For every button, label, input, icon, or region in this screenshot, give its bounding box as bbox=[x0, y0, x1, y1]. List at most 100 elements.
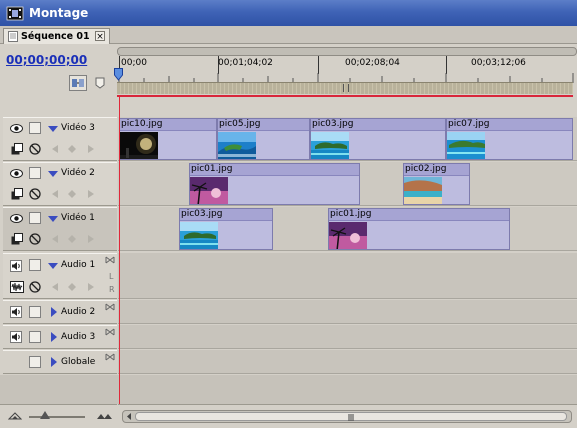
track-video-2[interactable]: pic01.jpg pic02.jpg bbox=[118, 162, 577, 206]
track-header-audio-3: Audio 3 bbox=[3, 325, 117, 349]
expand-triangle-icon[interactable] bbox=[51, 307, 57, 317]
track-label: Audio 2 bbox=[61, 307, 96, 317]
display-style-icon[interactable] bbox=[11, 233, 23, 245]
keyframe-toggle-icon[interactable] bbox=[29, 281, 41, 293]
zoom-controls bbox=[0, 404, 117, 428]
clip-thumbnail bbox=[404, 177, 442, 204]
ruler-major-tick bbox=[446, 56, 447, 74]
clip-name: pic01.jpg bbox=[190, 164, 359, 176]
zoom-in-icon[interactable] bbox=[96, 410, 114, 421]
keyframe-navigator[interactable] bbox=[50, 144, 100, 154]
speaker-icon[interactable] bbox=[10, 331, 22, 343]
ruler-label: 00;02;08;04 bbox=[345, 58, 400, 68]
track-label: Vidéo 2 bbox=[61, 168, 95, 178]
sync-lock-icon[interactable] bbox=[105, 328, 115, 336]
lock-icon[interactable] bbox=[29, 212, 41, 224]
track-audio-3[interactable] bbox=[118, 325, 577, 349]
clip[interactable]: pic01.jpg bbox=[328, 208, 510, 250]
collapse-triangle-icon[interactable] bbox=[48, 216, 58, 222]
eye-icon[interactable] bbox=[10, 169, 23, 178]
snap-icon[interactable] bbox=[69, 75, 87, 91]
clip[interactable]: pic03.jpg bbox=[179, 208, 273, 250]
clip-thumbnail bbox=[311, 132, 349, 159]
track-audio-1[interactable] bbox=[118, 253, 577, 299]
track-audio-2[interactable] bbox=[118, 300, 577, 324]
eye-icon[interactable] bbox=[10, 124, 23, 133]
clip[interactable]: pic02.jpg bbox=[403, 163, 470, 205]
empty-track-area bbox=[0, 375, 577, 404]
sync-lock-icon[interactable] bbox=[105, 256, 115, 264]
track-label: Globale bbox=[61, 357, 96, 367]
clip[interactable]: pic10.jpg bbox=[119, 118, 217, 160]
clip-thumbnail bbox=[218, 132, 256, 159]
scrollbar-thumb[interactable] bbox=[135, 412, 567, 421]
lock-icon[interactable] bbox=[29, 167, 41, 179]
marker-icon[interactable] bbox=[95, 77, 105, 89]
lock-icon[interactable] bbox=[29, 331, 41, 343]
eye-icon[interactable] bbox=[10, 214, 23, 223]
track-video-1[interactable]: pic03.jpg pic01.jpg bbox=[118, 207, 577, 251]
display-style-icon[interactable] bbox=[11, 188, 23, 200]
horizontal-scrollbar[interactable] bbox=[122, 410, 572, 423]
speaker-icon[interactable] bbox=[10, 260, 22, 272]
track-label: Vidéo 1 bbox=[61, 213, 95, 223]
clip-name: pic10.jpg bbox=[120, 119, 216, 131]
clip-thumbnail bbox=[180, 222, 218, 249]
zoom-out-icon[interactable] bbox=[8, 411, 22, 421]
playhead-line[interactable] bbox=[119, 97, 120, 404]
keyframe-toggle-icon[interactable] bbox=[29, 233, 41, 245]
keyframe-toggle-icon[interactable] bbox=[29, 188, 41, 200]
track-header-video-3: Vidéo 3 bbox=[3, 117, 117, 161]
time-ruler[interactable]: 00;00 00;01;04;02 00;02;08;04 00;03;12;0… bbox=[114, 45, 577, 97]
channel-right-label: R bbox=[109, 285, 115, 294]
timeline-header: 00;00;00;00 bbox=[0, 45, 117, 97]
scroll-left-icon[interactable] bbox=[125, 412, 133, 421]
work-area-grip[interactable] bbox=[343, 84, 349, 92]
keyframe-navigator[interactable] bbox=[50, 189, 100, 199]
keyframe-toggle-icon[interactable] bbox=[29, 143, 41, 155]
track-header-video-2: Vidéo 2 bbox=[3, 162, 117, 206]
clip[interactable]: pic05.jpg bbox=[217, 118, 310, 160]
lock-icon[interactable] bbox=[29, 259, 41, 271]
sync-lock-icon[interactable] bbox=[105, 353, 115, 361]
expand-triangle-icon[interactable] bbox=[51, 357, 57, 367]
zoom-slider-thumb[interactable] bbox=[40, 411, 50, 419]
playhead-handle[interactable] bbox=[114, 68, 123, 82]
collapse-triangle-icon[interactable] bbox=[48, 171, 58, 177]
clip-name: pic01.jpg bbox=[329, 209, 509, 221]
clip-thumbnail bbox=[447, 132, 485, 159]
current-timecode[interactable]: 00;00;00;00 bbox=[6, 53, 87, 67]
lock-icon[interactable] bbox=[29, 122, 41, 134]
tab-sequence-01[interactable]: Séquence 01 × bbox=[3, 28, 110, 44]
display-style-icon[interactable] bbox=[10, 281, 24, 293]
lock-icon[interactable] bbox=[29, 356, 41, 368]
lock-icon[interactable] bbox=[29, 306, 41, 318]
ruler-major-tick bbox=[318, 56, 319, 74]
collapse-triangle-icon[interactable] bbox=[48, 126, 58, 132]
sync-lock-icon[interactable] bbox=[105, 303, 115, 311]
clip-thumbnail bbox=[120, 132, 158, 159]
clip[interactable]: pic01.jpg bbox=[189, 163, 360, 205]
clip-name: pic07.jpg bbox=[447, 119, 572, 131]
speaker-icon[interactable] bbox=[10, 306, 22, 318]
close-icon[interactable]: × bbox=[95, 31, 105, 42]
track-master[interactable] bbox=[118, 350, 577, 374]
window-titlebar[interactable]: Montage bbox=[0, 0, 577, 26]
track-header-video-1: Vidéo 1 bbox=[3, 207, 117, 251]
zoom-slider-track[interactable] bbox=[29, 416, 85, 418]
display-style-icon[interactable] bbox=[11, 143, 23, 155]
clip[interactable]: pic03.jpg bbox=[310, 118, 446, 160]
keyframe-navigator[interactable] bbox=[50, 282, 100, 292]
expand-triangle-icon[interactable] bbox=[51, 332, 57, 342]
app-icon bbox=[6, 5, 24, 22]
clip-name: pic05.jpg bbox=[218, 119, 309, 131]
ruler-zoom-bar[interactable] bbox=[117, 47, 577, 56]
keyframe-navigator[interactable] bbox=[50, 234, 100, 244]
collapse-triangle-icon[interactable] bbox=[48, 263, 58, 269]
track-video-3[interactable]: pic10.jpg pic05.jpg pic03.jpg pic07.jpg bbox=[118, 117, 577, 161]
ruler-label: 00;01;04;02 bbox=[218, 58, 273, 68]
horizontal-scrollbar-area bbox=[118, 404, 577, 428]
tab-label: Séquence 01 bbox=[21, 31, 90, 42]
clip[interactable]: pic07.jpg bbox=[446, 118, 573, 160]
sequence-icon bbox=[8, 31, 18, 42]
